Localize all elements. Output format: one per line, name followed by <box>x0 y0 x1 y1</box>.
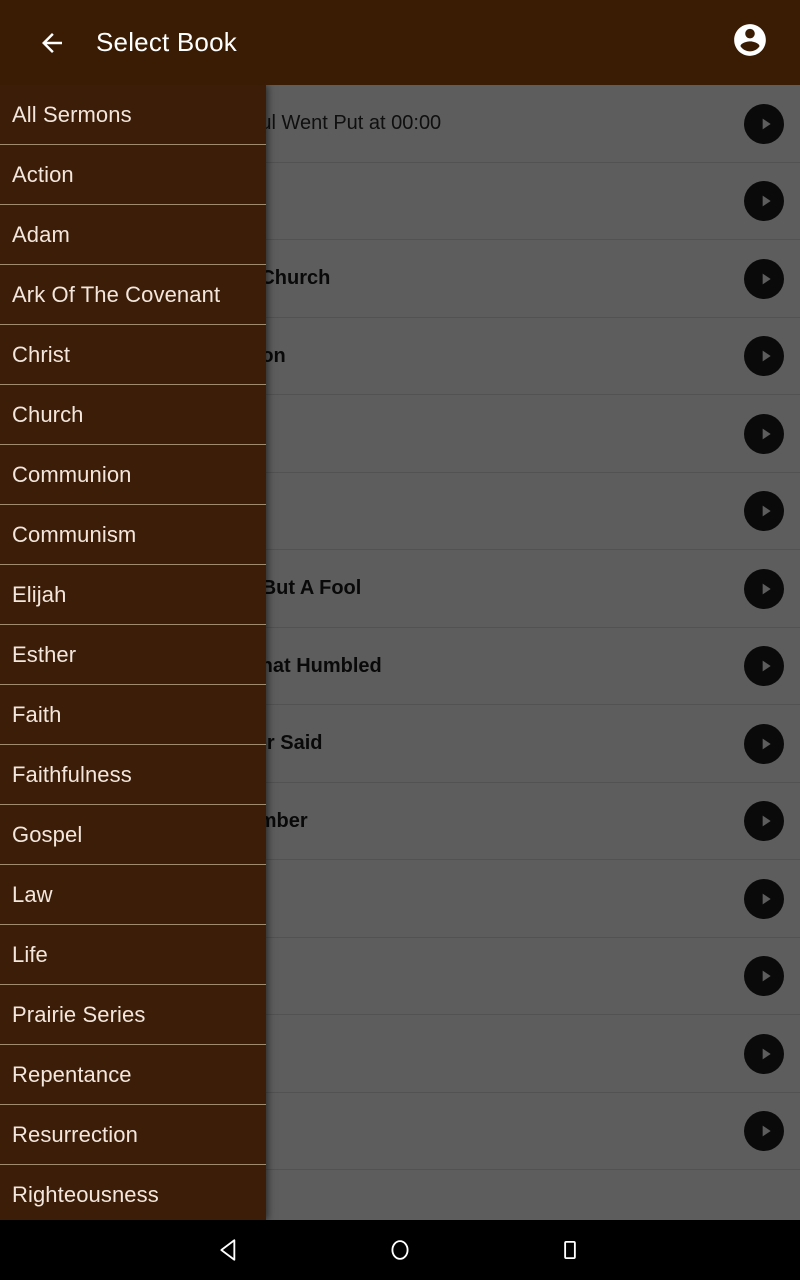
drawer-item-label: Gospel <box>12 822 83 847</box>
drawer-item-label: Resurrection <box>12 1122 138 1147</box>
app-bar: Select Book <box>0 0 800 85</box>
drawer-item-prairie-series[interactable]: Prairie Series <box>0 985 266 1045</box>
nav-recents-square-icon <box>557 1237 583 1263</box>
drawer-item-label: Ark Of The Covenant <box>12 282 221 307</box>
drawer-item-ark-of-the-covenant[interactable]: Ark Of The Covenant <box>0 265 266 325</box>
nav-back-triangle-icon <box>217 1237 243 1263</box>
drawer-item-law[interactable]: Law <box>0 865 266 925</box>
account-circle-icon <box>731 21 769 64</box>
drawer-item-communion[interactable]: Communion <box>0 445 266 505</box>
drawer-item-label: Adam <box>12 222 70 247</box>
drawer-item-label: Action <box>12 162 74 187</box>
drawer-item-label: Law <box>12 882 53 907</box>
drawer-item-label: Communism <box>12 522 137 547</box>
account-button[interactable] <box>722 15 778 71</box>
drawer-item-label: Life <box>12 942 48 967</box>
android-nav-bar <box>0 1220 800 1280</box>
drawer-item-label: Esther <box>12 642 77 667</box>
drawer-item-label: All Sermons <box>12 102 132 127</box>
drawer-item-label: Faith <box>12 702 62 727</box>
nav-back-button[interactable] <box>145 1237 315 1263</box>
drawer-item-gospel[interactable]: Gospel <box>0 805 266 865</box>
drawer-item-repentance[interactable]: Repentance <box>0 1045 266 1105</box>
drawer-item-label: Elijah <box>12 582 67 607</box>
navigation-drawer: All Sermons Action Adam Ark Of The Covenant… <box>0 85 266 1220</box>
drawer-item-adam[interactable]: Adam <box>0 205 266 265</box>
drawer-item-label: Church <box>12 402 84 427</box>
drawer-item-life[interactable]: Life <box>0 925 266 985</box>
drawer-item-label: Communion <box>12 462 132 487</box>
drawer-item-esther[interactable]: Esther <box>0 625 266 685</box>
page-title: Select Book <box>96 27 237 57</box>
nav-home-button[interactable] <box>315 1237 485 1263</box>
drawer-item-action[interactable]: Action <box>0 145 266 205</box>
drawer-item-label: Christ <box>12 342 71 367</box>
drawer-item-elijah[interactable]: Elijah <box>0 565 266 625</box>
arrow-left-icon <box>37 28 67 58</box>
nav-home-circle-icon <box>387 1237 413 1263</box>
drawer-item-church[interactable]: Church <box>0 385 266 445</box>
drawer-item-all-sermons[interactable]: All Sermons <box>0 85 266 145</box>
drawer-item-communism[interactable]: Communism <box>0 505 266 565</box>
drawer-item-label: Repentance <box>12 1062 132 1087</box>
drawer-item-righteousness[interactable]: Righteousness <box>0 1165 266 1220</box>
back-button[interactable] <box>24 15 80 71</box>
drawer-item-christ[interactable]: Christ <box>0 325 266 385</box>
drawer-item-label: Righteousness <box>12 1182 159 1207</box>
drawer-item-faith[interactable]: Faith <box>0 685 266 745</box>
drawer-item-faithfulness[interactable]: Faithfulness <box>0 745 266 805</box>
app-screen: (1986 Prairie Series) 1 - Saul Went Put … <box>0 0 800 1280</box>
drawer-item-resurrection[interactable]: Resurrection <box>0 1105 266 1165</box>
nav-recents-button[interactable] <box>485 1237 655 1263</box>
drawer-item-label: Prairie Series <box>12 1002 146 1027</box>
drawer-item-label: Faithfulness <box>12 762 132 787</box>
